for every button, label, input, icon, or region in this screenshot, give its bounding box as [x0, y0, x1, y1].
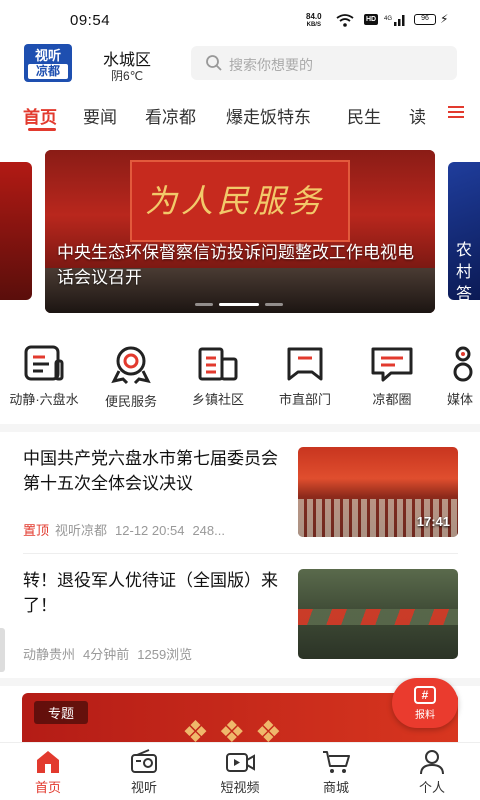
- status-time: 09:54: [70, 12, 111, 29]
- tab-food[interactable]: 爆走饭特东: [226, 103, 311, 128]
- charging-icon: ⚡: [440, 12, 449, 26]
- news-item[interactable]: 转！退役军人优待证（全国版）来了！ 动静贵州 4分钟前 1259浏览: [0, 562, 480, 672]
- banner-card[interactable]: 为人民服务 中央生态环保督察信访投诉问题整改工作电视电话会议召开: [45, 150, 435, 313]
- news-views: 1259浏览: [137, 647, 193, 662]
- battery-indicator: 96: [414, 14, 436, 25]
- tab-active-indicator: [28, 128, 56, 131]
- news-item[interactable]: 中国共产党六盘水市第七届委员会第十五次全体会议决议 置顶 视听凉都 12-12 20…: [0, 440, 480, 550]
- side-handle[interactable]: [0, 628, 5, 672]
- list-separator: [23, 553, 458, 554]
- home-icon: [37, 751, 59, 773]
- news-title: 转！退役军人优待证（全国版）来了！: [23, 571, 278, 615]
- news-thumbnail: [298, 569, 458, 659]
- quick-entry-community[interactable]: 乡镇社区: [178, 345, 258, 408]
- chat-icon: [371, 347, 413, 382]
- news-icon: [24, 345, 64, 381]
- badge-icon: [111, 346, 151, 385]
- banner-next-card[interactable]: 农村答案: [448, 162, 480, 300]
- banner-caption: 中央生态环保督察信访投诉问题整改工作电视电话会议召开: [57, 243, 414, 287]
- video-duration: 17:41: [416, 514, 450, 529]
- channel-menu-icon[interactable]: [446, 104, 466, 120]
- wifi-icon: [336, 14, 354, 27]
- tab-livelihood[interactable]: 民生: [347, 103, 381, 128]
- signal-icon: 4G: [384, 15, 405, 26]
- app-logo: 视听 凉都: [24, 44, 72, 82]
- report-button[interactable]: # 报料: [392, 678, 458, 728]
- building-icon: [198, 347, 238, 381]
- quick-entry-circle[interactable]: 凉都圈: [352, 345, 432, 408]
- search-icon: [206, 55, 222, 71]
- news-views: 248...: [192, 523, 225, 538]
- nav-profile[interactable]: 个人: [384, 749, 480, 796]
- news-thumbnail: 17:41: [298, 447, 458, 537]
- media-icon: [453, 346, 473, 382]
- quick-entry-media[interactable]: 媒体: [435, 345, 480, 408]
- quick-entry-dongjing[interactable]: 动静·六盘水: [4, 345, 84, 408]
- bottom-nav: 首页 视听 短视频 商城 个人: [0, 742, 480, 800]
- carousel-dots: [195, 303, 283, 306]
- svg-text:4G: 4G: [384, 16, 392, 22]
- hd-badge: HD: [364, 14, 378, 25]
- status-bar: 09:54 84.0 KB/S HD 4G 96 ⚡: [0, 0, 480, 40]
- topic-tag: 专题: [34, 701, 89, 724]
- bookmark-icon: [287, 347, 323, 381]
- video-icon: [226, 753, 255, 772]
- news-time: 12-12 20:54: [115, 523, 185, 538]
- hash-icon: #: [414, 686, 436, 704]
- news-title: 中国共产党六盘水市第七届委员会第十五次全体会议决议: [23, 449, 278, 493]
- section-divider: [0, 424, 480, 432]
- person-icon: [420, 750, 444, 775]
- news-source: 动静贵州: [23, 647, 76, 662]
- banner-prev-card[interactable]: [0, 162, 32, 300]
- news-meta: 动静贵州 4分钟前 1259浏览: [23, 644, 200, 663]
- search-placeholder: 搜索你想要的: [229, 57, 313, 73]
- news-time: 4分钟前: [83, 647, 130, 662]
- search-bar[interactable]: 搜索你想要的: [191, 46, 457, 80]
- news-meta: 置顶 视听凉都 12-12 20:54 248...: [23, 520, 233, 539]
- cart-icon: [323, 751, 350, 773]
- nav-audio-video[interactable]: 视听: [96, 749, 192, 796]
- quick-entry-departments[interactable]: 市直部门: [265, 345, 345, 408]
- weather-text: 阴6℃: [111, 69, 144, 83]
- nav-mall[interactable]: 商城: [288, 749, 384, 796]
- news-source: 视听凉都: [55, 523, 108, 538]
- banner-board-text: 为人民服务: [145, 182, 326, 220]
- tab-home[interactable]: 首页: [23, 103, 57, 128]
- tab-news[interactable]: 要闻: [83, 103, 117, 128]
- status-net-speed: 84.0 KB/S: [306, 12, 322, 29]
- nav-short-video[interactable]: 短视频: [192, 749, 288, 796]
- pinned-tag: 置顶: [23, 523, 50, 538]
- radio-icon: [131, 749, 157, 773]
- quick-entry-services[interactable]: 便民服务: [91, 345, 171, 410]
- nav-home[interactable]: 首页: [0, 749, 96, 796]
- tab-liangdu[interactable]: 看凉都: [145, 103, 196, 128]
- tab-read[interactable]: 读: [409, 103, 426, 128]
